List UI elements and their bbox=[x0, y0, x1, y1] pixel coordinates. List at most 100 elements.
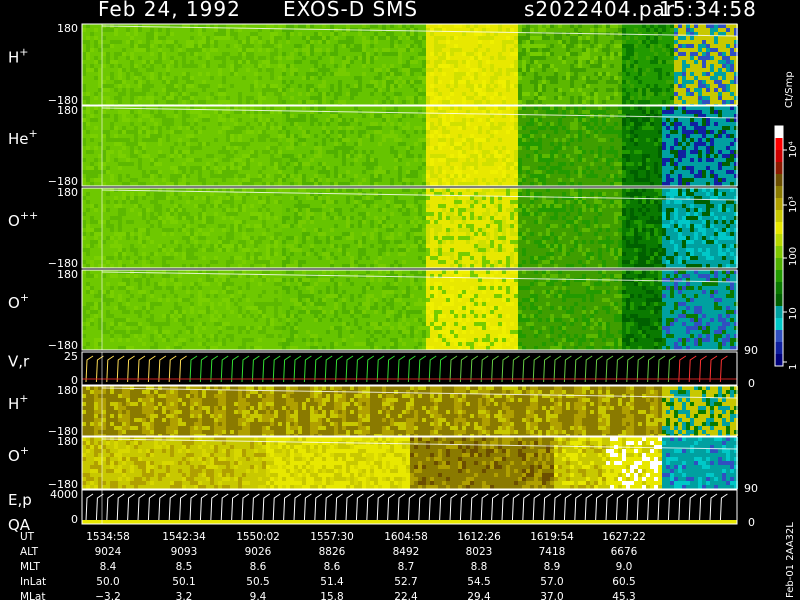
table-cell: 50.5 bbox=[246, 576, 269, 588]
right-tick-top: 90 bbox=[744, 344, 758, 357]
panel-label: O+ bbox=[8, 444, 29, 465]
colorbar-tick-label: 100 bbox=[788, 247, 799, 266]
colorbar-segment bbox=[775, 318, 783, 331]
panel-ep: E,pQA40000900 bbox=[8, 482, 758, 534]
table-row-label: MLat bbox=[20, 591, 45, 600]
panel-oplus_low: O+180−180 bbox=[8, 435, 738, 491]
panel-hplus_low: H+180−180 bbox=[8, 384, 738, 438]
panel-label-main: O bbox=[8, 212, 20, 230]
colorbar-segment bbox=[775, 138, 783, 151]
table-cell: 15.8 bbox=[320, 591, 343, 600]
colorbar-segment bbox=[775, 306, 783, 319]
y-tick-top: 180 bbox=[57, 104, 78, 117]
file-name: s2022404.par bbox=[524, 0, 675, 21]
panel-hplus_top: H+180−180 bbox=[8, 22, 738, 107]
date-title: Feb 24, 1992 bbox=[98, 0, 241, 21]
panel-label-main: H bbox=[8, 395, 19, 413]
table-cell: 8.6 bbox=[250, 561, 267, 573]
panel-label-sup: + bbox=[19, 46, 28, 59]
panel-label-main: V,r bbox=[8, 353, 30, 371]
table-cell: 7418 bbox=[539, 546, 566, 558]
panel-label: V,r bbox=[8, 353, 30, 371]
table-cell: 9093 bbox=[171, 546, 198, 558]
table-row-label: ALT bbox=[20, 546, 39, 558]
colorbar-segment bbox=[775, 174, 783, 187]
colorbar-segment bbox=[775, 150, 783, 163]
table-cell: 8.7 bbox=[398, 561, 415, 573]
panel-label-main: O bbox=[8, 294, 20, 312]
panel-oplus_top: O+180−180 bbox=[8, 268, 738, 352]
colorbar-segment bbox=[775, 282, 783, 295]
panel-label-main: O bbox=[8, 447, 20, 465]
table-cell: 1627:22 bbox=[602, 531, 646, 543]
colorbar-unit: Ct/Smp bbox=[784, 71, 795, 108]
panel-label: O+ bbox=[8, 291, 29, 312]
colorbar-tick-label: 10³ bbox=[788, 196, 799, 213]
colorbar-segment bbox=[775, 198, 783, 211]
y-tick-top: 180 bbox=[57, 268, 78, 281]
table-cell: 8.5 bbox=[176, 561, 193, 573]
table-row-label: UT bbox=[20, 531, 35, 543]
y-tick-top: 180 bbox=[57, 22, 78, 35]
table-cell: 50.1 bbox=[172, 576, 195, 588]
table-row-label: MLT bbox=[20, 561, 40, 573]
colorbar-segment bbox=[775, 246, 783, 259]
panel-label-sup: + bbox=[19, 392, 28, 405]
table-cell: 8.6 bbox=[324, 561, 341, 573]
table-cell: 1619:54 bbox=[530, 531, 574, 543]
colorbar-segment bbox=[775, 354, 783, 367]
panel-oplusplus: O++180−180 bbox=[8, 186, 738, 270]
right-tick-top: 90 bbox=[744, 482, 758, 495]
right-tick-bottom: 0 bbox=[748, 516, 755, 529]
header-time: 15:34:58 bbox=[659, 0, 757, 21]
table-cell: 8826 bbox=[319, 546, 346, 558]
instrument-title: EXOS-D SMS bbox=[283, 0, 418, 21]
right-tick-bottom: 0 bbox=[748, 377, 755, 390]
table-cell: 1542:34 bbox=[162, 531, 206, 543]
colorbar-segment bbox=[775, 294, 783, 307]
table-cell: 8.9 bbox=[544, 561, 561, 573]
panel-label: H+ bbox=[8, 392, 29, 413]
colorbar-segment bbox=[775, 342, 783, 355]
table-cell: 3.2 bbox=[176, 591, 193, 600]
table-cell: 37.0 bbox=[540, 591, 563, 600]
plot-canvas: Feb 24, 1992 EXOS-D SMS s2022404.par 15:… bbox=[0, 0, 800, 600]
y-tick-top: 180 bbox=[57, 435, 78, 448]
panel-label-sup: + bbox=[29, 127, 38, 140]
panel-label-main: E,p bbox=[8, 491, 32, 509]
table-cell: 29.4 bbox=[467, 591, 491, 600]
table-cell: 54.5 bbox=[467, 576, 490, 588]
colorbar-tick-label: 1 bbox=[788, 364, 799, 370]
table-cell: 9.4 bbox=[250, 591, 267, 600]
panel-heplus: He+180−180 bbox=[8, 104, 738, 188]
table-cell: 9026 bbox=[245, 546, 272, 558]
colorbar-segment bbox=[775, 222, 783, 235]
panel-label-sup: + bbox=[20, 444, 29, 457]
colorbar-segment bbox=[775, 186, 783, 199]
table-row-label: InLat bbox=[20, 576, 46, 588]
panel-stack: H+180−180He+180−180O++180−180O+180−180V,… bbox=[8, 22, 758, 534]
table-cell: 8023 bbox=[466, 546, 493, 558]
colorbar-segment bbox=[775, 126, 783, 139]
y-tick-top: 180 bbox=[57, 186, 78, 199]
colorbar-segment bbox=[775, 330, 783, 343]
table-cell: 1612:26 bbox=[457, 531, 501, 543]
panel-label: H+ bbox=[8, 46, 29, 67]
colorbar-segment bbox=[775, 162, 783, 175]
panel-label-sup: + bbox=[20, 291, 29, 304]
panel-label-sup: ++ bbox=[20, 209, 38, 222]
orbit-table: UT 1534:58 1542:34 1550:02 1557:30 1604:58 161… bbox=[20, 531, 646, 600]
table-cell: 45.3 bbox=[612, 591, 635, 600]
table-cell: 52.7 bbox=[394, 576, 417, 588]
table-cell: 1550:02 bbox=[236, 531, 280, 543]
table-cell: 51.4 bbox=[320, 576, 344, 588]
table-cell: 9024 bbox=[95, 546, 122, 558]
table-cell: 8492 bbox=[393, 546, 420, 558]
colorbar: 10⁴10³100101 bbox=[775, 126, 799, 370]
colorbar-tick-label: 10 bbox=[788, 307, 799, 320]
panel-label: E,p bbox=[8, 491, 32, 509]
table-cell: 22.4 bbox=[394, 591, 418, 600]
table-cell: 1604:58 bbox=[384, 531, 428, 543]
panel-label: He+ bbox=[8, 127, 38, 148]
panel-label: O++ bbox=[8, 209, 38, 230]
